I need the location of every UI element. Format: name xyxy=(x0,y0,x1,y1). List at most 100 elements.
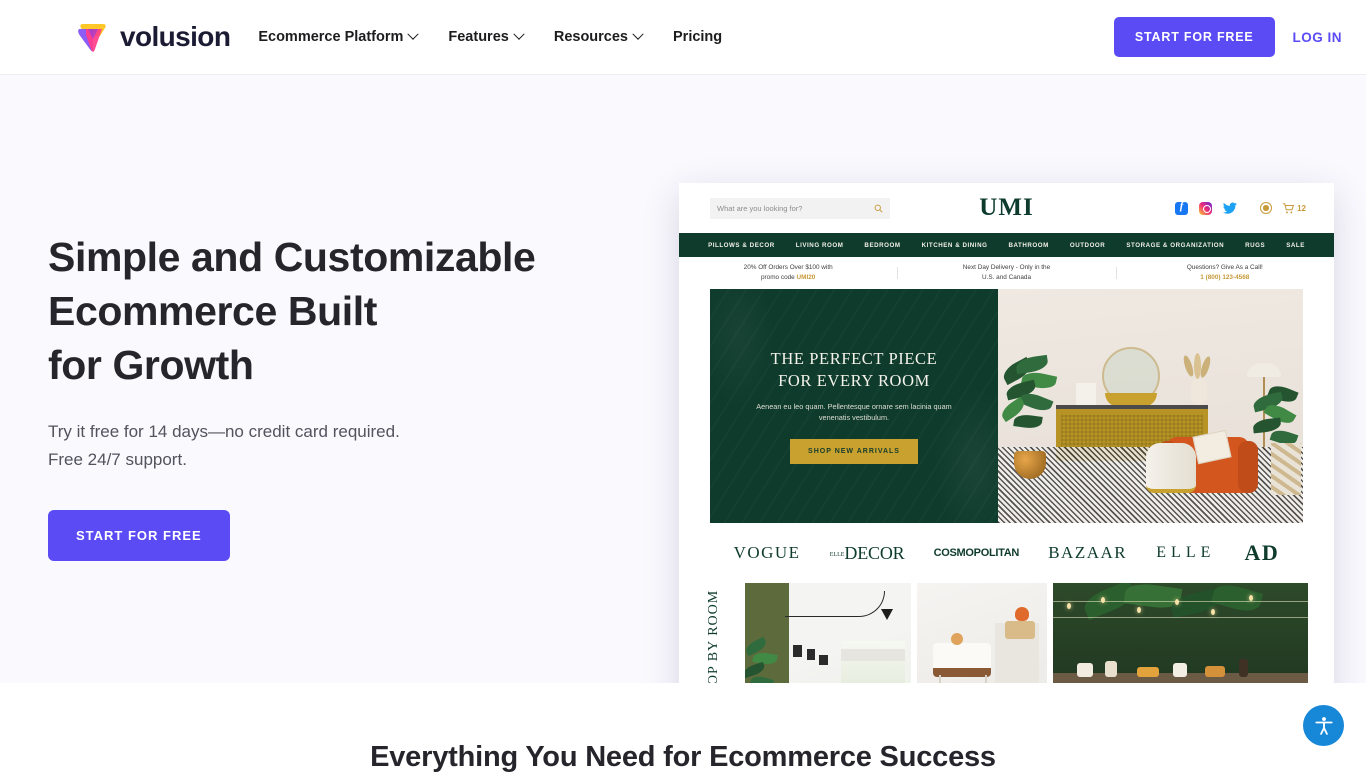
press-logo-ad: AD xyxy=(1244,540,1280,565)
mockup-banner-title-line-2: FOR EVERY ROOM xyxy=(778,371,930,390)
press-logo-vogue: VOGUE xyxy=(733,543,801,562)
instagram-icon[interactable] xyxy=(1199,201,1213,215)
tableware xyxy=(1173,663,1187,677)
promo-line-2: promo code xyxy=(760,274,797,281)
light-bulb xyxy=(1137,607,1141,613)
mockup-banner-text-panel: THE PERFECT PIECE FOR EVERY ROOM Aenean … xyxy=(710,289,998,523)
press-logo-elle: ELLE xyxy=(1156,544,1216,561)
promo-line-2: U.S. and Canada xyxy=(981,274,1031,281)
food-platter xyxy=(1205,666,1225,677)
nav-label: Features xyxy=(448,29,509,45)
pampas-grass xyxy=(1181,353,1215,383)
twitter-icon[interactable] xyxy=(1223,202,1238,215)
hero-heading-line-1: Simple and Customizable xyxy=(48,234,536,280)
brand-logo[interactable]: volusion xyxy=(76,21,231,53)
pendant-lamp xyxy=(881,609,893,620)
light-bulb xyxy=(1249,595,1253,601)
light-bulb xyxy=(1067,603,1071,609)
mockup-category-nav: PILLOWS & DECOR LIVING ROOM BEDROOM KITC… xyxy=(679,233,1334,257)
primary-navigation: Ecommerce Platform Features Resources Pr… xyxy=(258,28,722,45)
window-blind xyxy=(841,649,905,661)
hero-heading: Simple and Customizable Ecommerce Built … xyxy=(48,230,608,392)
press-logo-elle-prefix: ELLE xyxy=(829,551,845,558)
nav-item-ecommerce-platform[interactable]: Ecommerce Platform xyxy=(258,28,420,45)
mockup-nav-item[interactable]: STORAGE & ORGANIZATION xyxy=(1126,242,1224,249)
palm-frond xyxy=(1210,583,1264,616)
header-actions: START FOR FREE LOG IN xyxy=(1113,17,1343,57)
wall-frame xyxy=(807,649,815,660)
hero-heading-line-3: for Growth xyxy=(48,342,254,388)
features-section-title: Everything You Need for Ecommerce Succes… xyxy=(370,741,996,773)
nav-label: Pricing xyxy=(673,29,723,45)
promo-discount: 20% Off Orders Over $100 with promo code… xyxy=(679,263,897,283)
features-section: Everything You Need for Ecommerce Succes… xyxy=(0,683,1366,773)
facebook-icon[interactable] xyxy=(1175,200,1189,215)
mockup-nav-item[interactable]: SALE xyxy=(1286,242,1305,249)
mockup-press-logos: VOGUE ELLEDECOR COSMOPOLITAN BAZAAR ELLE… xyxy=(719,523,1294,583)
side-table xyxy=(1271,443,1301,495)
promo-phone: Questions? Give As a Call! 1 (800) 123-4… xyxy=(1115,263,1334,283)
mockup-shop-new-arrivals-button[interactable]: SHOP NEW ARRIVALS xyxy=(790,439,918,464)
light-bulb xyxy=(1211,609,1215,615)
hero-section: Simple and Customizable Ecommerce Built … xyxy=(0,75,1366,720)
brand-name: volusion xyxy=(120,21,231,52)
accessibility-person-icon xyxy=(1314,716,1333,735)
press-logo-elle-decor: ELLEDECOR xyxy=(830,543,905,564)
string-light-wire xyxy=(1053,601,1308,602)
promo-line-1: Questions? Give As a Call! xyxy=(1186,264,1263,271)
account-icon[interactable] xyxy=(1260,202,1273,214)
nav-item-pricing[interactable]: Pricing xyxy=(673,29,722,45)
mockup-banner-room-photo xyxy=(998,289,1303,523)
hero-subtext: Try it free for 14 days—no credit card r… xyxy=(48,422,400,469)
wall-frame xyxy=(819,655,828,665)
mockup-nav-item[interactable]: RUGS xyxy=(1245,242,1265,249)
light-bulb xyxy=(1101,597,1105,603)
food-platter xyxy=(1137,667,1159,677)
table-lamp xyxy=(1076,383,1096,405)
press-logo-bazaar: BAZAAR xyxy=(1048,543,1128,562)
bottle xyxy=(1239,659,1248,677)
mockup-nav-item[interactable]: PILLOWS & DECOR xyxy=(708,242,775,249)
press-logo-decor-word: DECOR xyxy=(844,542,905,563)
mockup-nav-item[interactable]: KITCHEN & DINING xyxy=(922,242,988,249)
mockup-promo-bar: 20% Off Orders Over $100 with promo code… xyxy=(679,257,1334,289)
promo-line-1: Next Day Delivery - Only in the xyxy=(962,264,1051,271)
mockup-banner-title-line-1: THE PERFECT PIECE xyxy=(770,349,938,368)
mockup-nav-item[interactable]: BATHROOM xyxy=(1008,242,1048,249)
hero-heading-line-2: Ecommerce Built xyxy=(48,288,377,334)
header-start-for-free-button[interactable]: START FOR FREE xyxy=(1113,17,1275,57)
mockup-nav-item[interactable]: OUTDOOR xyxy=(1070,242,1105,249)
nav-item-features[interactable]: Features xyxy=(448,28,525,45)
mockup-hero-banner: THE PERFECT PIECE FOR EVERY ROOM Aenean … xyxy=(710,289,1303,523)
nav-label: Resources xyxy=(553,29,628,45)
pendant-cord xyxy=(785,591,885,617)
bassinet xyxy=(933,643,991,677)
chevron-down-icon xyxy=(632,28,644,40)
mockup-nav-item[interactable]: BEDROOM xyxy=(864,242,900,249)
small-toy xyxy=(951,633,963,645)
hero-copy: Simple and Customizable Ecommerce Built … xyxy=(48,230,608,561)
mockup-banner-title: THE PERFECT PIECE FOR EVERY ROOM xyxy=(771,348,938,392)
wall-frame xyxy=(793,645,802,657)
promo-code: UMI20 xyxy=(796,274,816,281)
site-header: volusion Ecommerce Platform Features Res… xyxy=(0,0,1366,75)
nav-item-resources[interactable]: Resources xyxy=(553,28,644,45)
chevron-down-icon xyxy=(407,28,420,40)
mockup-nav-item[interactable]: LIVING ROOM xyxy=(796,242,844,249)
press-logo-cosmopolitan: COSMOPOLITAN xyxy=(933,547,1020,559)
login-link[interactable]: LOG IN xyxy=(1293,30,1343,45)
promo-line-1: 20% Off Orders Over $100 with xyxy=(743,264,833,271)
string-light-wire xyxy=(1053,617,1308,618)
tableware xyxy=(1077,663,1093,677)
fox-plush-toy xyxy=(1015,607,1029,621)
nav-label: Ecommerce Platform xyxy=(258,29,404,45)
store-preview-mockup: What are you looking for? UMI f 12 PILLO… xyxy=(679,183,1334,720)
hero-start-for-free-button[interactable]: START FOR FREE xyxy=(48,510,230,561)
volusion-triangle-logo xyxy=(76,21,110,53)
tableware xyxy=(1105,661,1117,677)
mockup-store-header: What are you looking for? UMI f 12 xyxy=(679,183,1334,233)
light-bulb xyxy=(1175,599,1179,605)
promo-phone-number[interactable]: 1 (800) 123-4568 xyxy=(1116,273,1334,283)
accessibility-button[interactable] xyxy=(1303,705,1344,746)
promo-delivery: Next Day Delivery - Only in the U.S. and… xyxy=(897,263,1115,283)
